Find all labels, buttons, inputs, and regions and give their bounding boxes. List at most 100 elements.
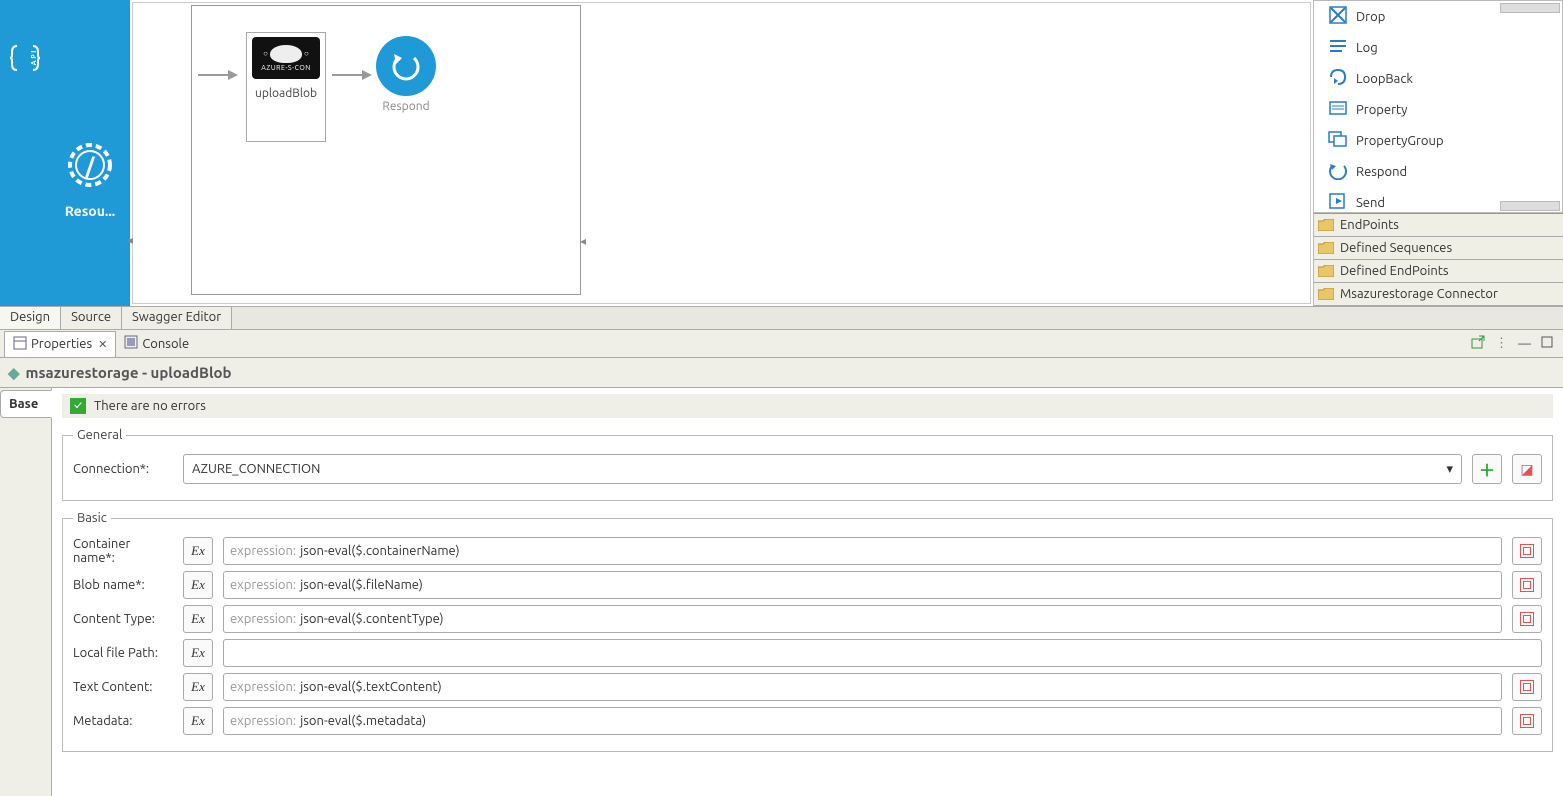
palette-folder-label: EndPoints [1340,218,1399,232]
panel-tab-label: Properties [31,337,92,351]
properties-heading: ◆ msazurestorage - uploadBlob [0,358,1563,388]
form-row: Local file Path: Ex [73,639,1542,667]
namespace-button[interactable] [1512,707,1542,735]
panel-tab-label: Console [142,337,189,351]
tab-properties[interactable]: Properties ✕ [4,331,116,357]
palette-folder-defined-sequences[interactable]: Defined Sequences [1314,237,1563,260]
scroll-down-icon[interactable] [1500,201,1560,211]
connection-label: Connection*: [73,462,173,476]
expression-toggle-button[interactable]: Ex [183,673,213,701]
scroll-up-icon[interactable] [1500,3,1560,13]
palette-item-label: Drop [1356,10,1385,24]
input-value: json-eval($.containerName) [300,544,460,558]
form-row: Container name*: Ex expression: json-eval($… [73,537,1542,565]
field-label: Local file Path: [73,646,173,660]
field-label: Container name*: [73,537,173,565]
resource-sidebar: / Resou... [50,0,130,306]
editor-tabs: Design Source Swagger Editor [0,306,1563,330]
connection-value: AZURE_CONNECTION [192,462,320,476]
palette-item-respond[interactable]: Respond [1314,156,1562,187]
palette-item-loopback[interactable]: LoopBack [1314,63,1562,94]
basic-rows-container: Container name*:Exexpression:json-eval($… [73,537,1542,735]
input-prefix: expression: [230,680,296,694]
field-label: Content Type: [73,612,173,626]
far-left-sidebar: A P I [0,0,50,306]
minimize-icon[interactable]: — [1518,337,1531,351]
api-icon[interactable]: A P I [10,40,40,76]
gear-icon[interactable]: / [65,140,115,193]
namespace-icon [1520,714,1534,728]
namespace-icon [1520,544,1534,558]
input-value: json-eval($.fileName) [300,578,423,592]
design-canvas[interactable]: ○ ○ AZURE-S-CON uploadBlob [132,2,1311,304]
maximize-icon[interactable] [1541,336,1553,351]
form-row: Content Type: Ex expression:json-eval($.co… [73,605,1542,633]
collapse-marker-icon[interactable]: ◂ [127,233,133,247]
input-prefix: expression: [230,544,296,558]
node-caption: uploadBlob [247,87,325,100]
field-input[interactable]: expression:json-eval($.metadata) [223,707,1502,735]
tab-base[interactable]: Base [0,390,52,418]
expression-toggle-button[interactable]: Ex [183,605,213,633]
expression-toggle-button[interactable]: Ex [183,707,213,735]
palette-folder-label: Msazurestorage Connector [1340,287,1498,301]
tab-swagger-editor[interactable]: Swagger Editor [122,307,232,329]
folder-icon [1318,288,1334,300]
properties-side-tabs: Base [0,388,52,796]
propertygroup-icon [1328,129,1348,152]
palette-folder-endpoints[interactable]: EndPoints [1314,214,1563,237]
basic-fieldset: Basic Container name*:Exexpression:json-… [62,511,1553,752]
namespace-button[interactable] [1512,673,1542,701]
add-connection-button[interactable]: ＋ [1472,454,1502,484]
namespace-button[interactable] [1512,537,1542,565]
export-icon[interactable] [1471,335,1485,352]
namespace-icon [1520,578,1534,592]
tab-design[interactable]: Design [0,307,61,329]
palette-item-log[interactable]: Log [1314,32,1562,63]
namespace-icon [1520,680,1534,694]
arrow-icon [332,66,372,86]
check-icon: ✓ [70,398,86,414]
expression-toggle-button[interactable]: Ex [183,639,213,667]
palette-folder-msazurestorage[interactable]: Msazurestorage Connector [1314,283,1563,306]
property-icon [1328,98,1348,121]
send-icon [1328,191,1348,213]
flow-container: ○ ○ AZURE-S-CON uploadBlob [191,5,581,295]
close-icon[interactable]: ✕ [98,338,107,351]
input-prefix: expression: [230,578,296,592]
tab-source[interactable]: Source [61,307,122,329]
namespace-button[interactable] [1512,571,1542,599]
menu-icon[interactable]: ⋮ [1495,336,1508,351]
form-row: Text Content:Exexpression:json-eval($.te… [73,673,1542,701]
expression-toggle-button[interactable]: Ex [183,571,213,599]
field-input[interactable]: expression:json-eval($.textContent) [223,673,1502,701]
chevron-down-icon: ▾ [1446,462,1453,477]
palette-folder-defined-endpoints[interactable]: Defined EndPoints [1314,260,1563,283]
properties-icon [13,336,27,353]
svg-text:A P I: A P I [30,51,38,66]
palette-item-property[interactable]: Property [1314,94,1562,125]
edit-connection-button[interactable]: ◪ [1512,454,1542,484]
azure-badge-text: AZURE-S-CON [261,64,311,72]
expression-toggle-button[interactable]: Ex [183,537,213,565]
tab-console[interactable]: Console [116,331,197,356]
edit-icon: ◪ [1520,461,1533,478]
properties-title: msazurestorage - uploadBlob [26,364,232,381]
collapse-marker-icon[interactable]: ◂ [580,234,586,248]
azure-connector-icon: ○ ○ AZURE-S-CON [252,37,320,79]
node-uploadblob[interactable]: ○ ○ AZURE-S-CON uploadBlob [246,32,326,142]
field-input[interactable]: expression:json-eval($.contentType) [223,605,1502,633]
folder-icon [1318,265,1334,277]
connection-select[interactable]: AZURE_CONNECTION ▾ [183,454,1462,484]
palette-item-propertygroup[interactable]: PropertyGroup [1314,125,1562,156]
form-row: Metadata:Exexpression:json-eval($.metada… [73,707,1542,735]
palette-item-label: Respond [1356,165,1407,179]
field-input[interactable]: expression: json-eval($.fileName) [223,571,1502,599]
loopback-icon [1328,67,1348,90]
node-respond[interactable]: Respond [376,36,436,113]
plus-icon: ＋ [1479,457,1495,481]
field-input[interactable]: expression: json-eval($.containerName) [223,537,1502,565]
input-prefix: expression: [230,714,296,728]
field-input[interactable] [223,639,1542,667]
namespace-button[interactable] [1512,605,1542,633]
